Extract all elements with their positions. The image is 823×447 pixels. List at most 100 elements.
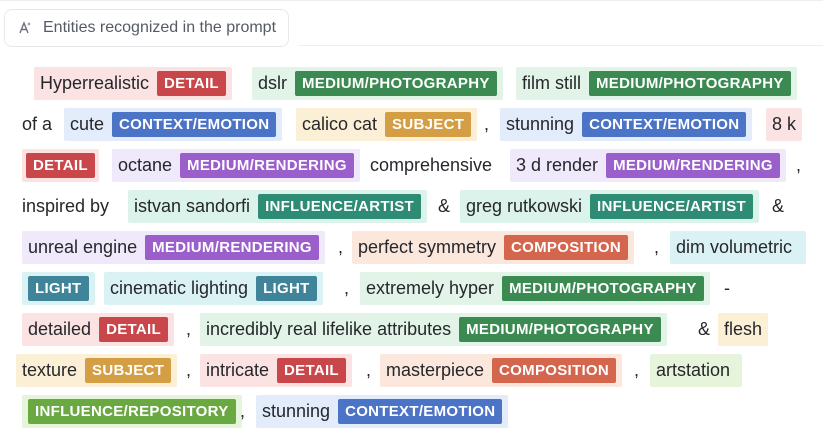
entity-line: INFLUENCE/REPOSITORY , stunning CONTEXT/… (18, 393, 818, 434)
entity-texture[interactable]: texture SUBJECT (16, 354, 178, 387)
tag-medium-rendering: MEDIUM/RENDERING (180, 153, 354, 178)
tag-influence-artist: INFLUENCE/ARTIST (258, 194, 422, 219)
plain-text: , (796, 155, 802, 175)
entity-dslr[interactable]: dslr MEDIUM/PHOTOGRAPHY (252, 67, 503, 100)
entity-intricate[interactable]: intricate DETAIL (200, 354, 352, 387)
entity-text-label: cute (70, 114, 105, 134)
tag-composition: COMPOSITION (504, 235, 629, 260)
tag-detail: DETAIL (277, 358, 346, 383)
entity-flesh[interactable]: flesh (718, 313, 769, 346)
entity-octane[interactable]: octane MEDIUM/RENDERING (112, 149, 360, 182)
entity-text-label: perfect symmetry (358, 237, 497, 257)
entity-text-label: stunning (262, 401, 331, 421)
entity-3d-render[interactable]: 3 d render MEDIUM/RENDERING (510, 149, 786, 182)
tag-detail: DETAIL (157, 71, 226, 96)
tag-light: LIGHT (256, 276, 317, 301)
entity-8k[interactable]: 8 k (766, 108, 803, 141)
entity-artstation[interactable]: artstation (650, 354, 743, 387)
entities-tab[interactable]: Entities recognized in the prompt (4, 9, 290, 47)
entity-text-label: greg rutkowski (466, 196, 583, 216)
entity-incredibly-real[interactable]: incredibly real lifelike attributes MEDI… (200, 313, 667, 346)
tag-composition: COMPOSITION (492, 358, 617, 383)
entity-calico-cat[interactable]: calico cat SUBJECT (296, 108, 478, 141)
tag-influence-repository: INFLUENCE/REPOSITORY (28, 399, 236, 424)
entity-8k-tag[interactable]: DETAIL (22, 149, 99, 182)
tag-medium-photography: MEDIUM/PHOTOGRAPHY (589, 71, 791, 96)
tag-context-emotion: CONTEXT/EMOTION (112, 112, 277, 137)
entities-panel: Entities recognized in the prompt Hyperr… (0, 0, 823, 447)
entity-line: texture SUBJECT , intricate DETAIL , mas… (16, 352, 818, 393)
plain-text: inspired by (22, 196, 110, 216)
plain-text: , (654, 237, 660, 257)
entity-text-label: Hyperrealistic (40, 73, 150, 93)
tag-subject: SUBJECT (385, 112, 472, 137)
plain-text: , (366, 360, 372, 380)
tag-medium-photography: MEDIUM/PHOTOGRAPHY (295, 71, 497, 96)
plain-text: , (240, 401, 246, 421)
plain-text: , (344, 278, 350, 298)
entity-text-label: extremely hyper (366, 278, 495, 298)
plain-text: & (772, 196, 785, 216)
entity-stunning[interactable]: stunning CONTEXT/EMOTION (500, 108, 753, 141)
tag-medium-photography: MEDIUM/PHOTOGRAPHY (502, 276, 704, 301)
plain-text: , (186, 360, 192, 380)
entity-greg-rutkowski[interactable]: greg rutkowski INFLUENCE/ARTIST (460, 190, 760, 223)
entity-unreal-engine[interactable]: unreal engine MEDIUM/RENDERING (22, 231, 325, 264)
entity-dim-volumetric[interactable]: dim volumetric (670, 231, 807, 264)
entity-text-label: dslr (258, 73, 288, 93)
tag-influence-artist: INFLUENCE/ARTIST (590, 194, 754, 219)
plain-text: of a (22, 114, 53, 134)
entity-text-label: calico cat (302, 114, 378, 134)
plain-text: - (724, 278, 730, 298)
entity-line: inspired by istvan sandorfi INFLUENCE/AR… (18, 188, 818, 229)
entity-text-label: 3 d render (516, 155, 599, 175)
entity-text-label: intricate (206, 360, 270, 380)
entity-text-label: masterpiece (386, 360, 485, 380)
entity-perfect-symmetry[interactable]: perfect symmetry COMPOSITION (352, 231, 635, 264)
plain-text: & (698, 319, 711, 339)
plain-text: , (484, 114, 490, 134)
entity-text-label: detailed (28, 319, 92, 339)
tag-light: LIGHT (28, 276, 89, 301)
plain-text: , (186, 319, 192, 339)
tag-detail: DETAIL (99, 317, 168, 342)
tag-context-emotion: CONTEXT/EMOTION (582, 112, 747, 137)
entity-extremely-hyper[interactable]: extremely hyper MEDIUM/PHOTOGRAPHY (360, 272, 710, 305)
entity-cinematic-lighting[interactable]: cinematic lighting LIGHT (104, 272, 323, 305)
entity-line: Hyperrealistic DETAIL dslr MEDIUM/PHOTOG… (18, 65, 818, 106)
tag-medium-rendering: MEDIUM/RENDERING (606, 153, 780, 178)
tag-medium-rendering: MEDIUM/RENDERING (145, 235, 319, 260)
entity-text-label: stunning (506, 114, 575, 134)
entity-text-label: dim volumetric (676, 237, 793, 257)
tag-context-emotion: CONTEXT/EMOTION (338, 399, 503, 424)
entity-artstation-tag[interactable]: INFLUENCE/REPOSITORY (22, 395, 242, 428)
tag-detail: DETAIL (26, 153, 95, 178)
tag-medium-photography: MEDIUM/PHOTOGRAPHY (459, 317, 661, 342)
entity-masterpiece[interactable]: masterpiece COMPOSITION (380, 354, 623, 387)
entity-hyperrealistic[interactable]: Hyperrealistic DETAIL (34, 67, 232, 100)
entity-line: DETAIL octane MEDIUM/RENDERING comprehen… (18, 147, 818, 188)
entity-line: detailed DETAIL , incredibly real lifeli… (18, 311, 818, 352)
plain-text: , (634, 360, 640, 380)
entity-film-still[interactable]: film still MEDIUM/PHOTOGRAPHY (516, 67, 797, 100)
sparkle-text-icon (19, 21, 31, 34)
entity-text-label: istvan sandorfi (134, 196, 251, 216)
tag-subject: SUBJECT (85, 358, 172, 383)
header-divider (298, 45, 823, 46)
entity-istvan-sandorfi[interactable]: istvan sandorfi INFLUENCE/ARTIST (128, 190, 428, 223)
entity-detailed[interactable]: detailed DETAIL (22, 313, 174, 346)
entity-line: LIGHT cinematic lighting LIGHT , extreme… (18, 270, 818, 311)
entity-text-label: cinematic lighting (110, 278, 249, 298)
entity-line: unreal engine MEDIUM/RENDERING , perfect… (18, 229, 818, 270)
entity-stunning-2[interactable]: stunning CONTEXT/EMOTION (256, 395, 509, 428)
entity-text-label: unreal engine (28, 237, 138, 257)
entity-dim-volumetric-tag[interactable]: LIGHT (22, 272, 95, 305)
entity-text-label: incredibly real lifelike attributes (206, 319, 452, 339)
plain-text: comprehensive (370, 155, 493, 175)
plain-text: & (438, 196, 451, 216)
plain-text: , (338, 237, 344, 257)
entity-cute[interactable]: cute CONTEXT/EMOTION (64, 108, 283, 141)
entity-text-label: flesh (724, 319, 763, 339)
entity-text-label: film still (522, 73, 581, 93)
entity-text-label: artstation (656, 360, 731, 380)
